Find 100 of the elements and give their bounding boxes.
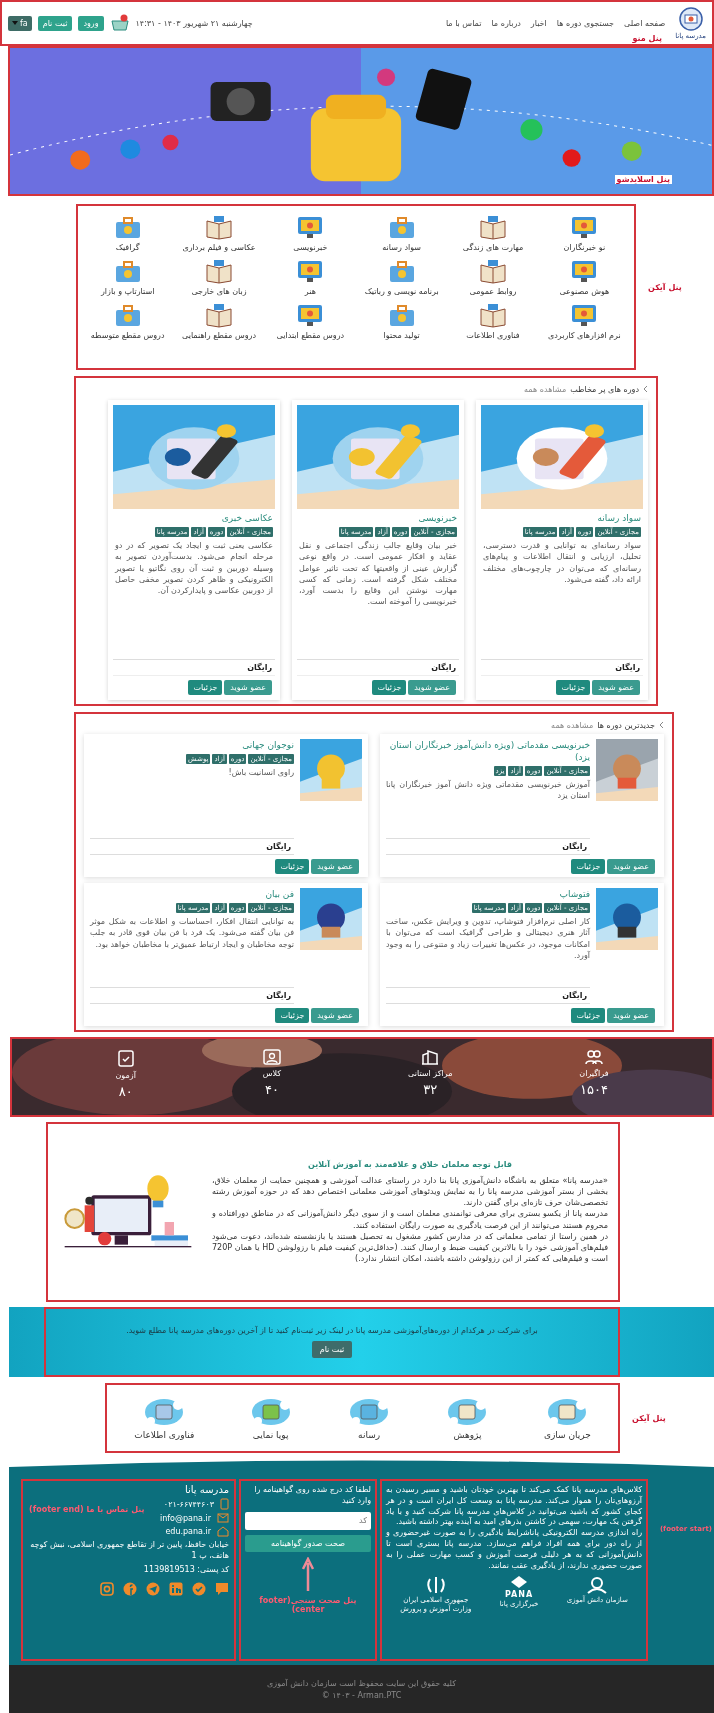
join-button[interactable]: عضو شوید: [592, 680, 640, 695]
details-button[interactable]: جزئیات: [372, 680, 407, 695]
briefcase-icon: [113, 304, 142, 328]
nav-link[interactable]: صفحه اصلی: [624, 18, 666, 28]
mail-icon: [217, 1513, 229, 1523]
book-icon: [479, 260, 507, 284]
intro-title: قابل توجه معلمان خلاق و علاقه‌مند به آموزش آنلاین: [307, 1160, 513, 1170]
nav-link[interactable]: اخبار: [530, 18, 547, 28]
register-button[interactable]: ثبت نام: [37, 15, 73, 31]
course-description: کار اصلی نرم‌افزار فتوشاپ، تدوین و ویرایش عکس، ساخت آثار هنری دیجیتالی و طراحی گرافیک است که می‌توان با امکانات موجود، در عکس‌ها تغییرات زیاد و متنوعی را به وجود آورد.: [386, 916, 590, 962]
briefcase-icon: [113, 260, 142, 284]
nav-link[interactable]: تماس با ما: [445, 18, 482, 28]
course-title[interactable]: فتوشاپ: [386, 888, 590, 901]
category-link[interactable]: فناوری اطلاعات: [447, 304, 539, 340]
category-link[interactable]: تولید محتوا: [356, 304, 448, 340]
view-all-link[interactable]: مشاهده همه: [524, 384, 567, 394]
category-link[interactable]: استارتاپ و بازار: [82, 260, 174, 296]
register-button[interactable]: ثبت نام: [311, 1341, 353, 1358]
address: خیابان حافظ، پایین تر از تقاطع جمهوری اسلامی، نبش کوچه هاتف، پ 1: [29, 1540, 229, 1562]
category-link[interactable]: هوش مصنوعی: [538, 260, 630, 296]
nav-link[interactable]: جستجوی دوره ها: [556, 18, 614, 28]
topic-link[interactable]: پژوهش: [445, 1396, 490, 1440]
course-description: خبر بیان وقایع جالب زندگی اجتماعی و نقل عقاید و افکار عمومی است. در واقع نوعی گزارش عینی از واقعیتها که تحت تاثیر عوامل مختلف شکل گرفته است. زمانی که کسی مهارت نوشتن این وقایع را بدست آورد، خبرنویسی را آموخته است.: [299, 540, 457, 608]
course-title[interactable]: عکاسی خبری: [115, 512, 273, 525]
category-link[interactable]: دروس مقطع متوسطه: [82, 304, 174, 340]
linkedin-icon[interactable]: [169, 1582, 183, 1597]
details-button[interactable]: جزئیات: [188, 680, 223, 695]
topic-link[interactable]: پویا نمایی: [248, 1396, 293, 1440]
details-button[interactable]: جزئیات: [275, 859, 310, 874]
category-link[interactable]: نو خبرنگاران: [538, 216, 630, 252]
price: رایگان: [386, 987, 590, 1004]
language-dropdown[interactable]: fa: [8, 15, 32, 31]
category-link[interactable]: دروس مقطع ابتدایی: [264, 304, 356, 340]
stat-value: ۸۰: [118, 1084, 133, 1099]
stat-value: ۳۲: [423, 1082, 438, 1097]
login-button[interactable]: ورود: [78, 15, 104, 31]
annotation-label: پنل آیکن: [632, 1413, 666, 1423]
join-button[interactable]: عضو شوید: [311, 1008, 359, 1023]
check-icon[interactable]: [192, 1582, 206, 1597]
copyright-text: کلیه حقوق این سایت محفوظ است سازمان دانش آموزی: [267, 1678, 456, 1688]
instagram-icon[interactable]: [100, 1582, 114, 1597]
intro-paragraph: «مدرسه پانا» متعلق به باشگاه دانش‌آموزی پانا بنا دارد در راستای عدالت آموزشی و همچنین حمایت از معلمان خلاق، بخشی از بستر آموزشی مدرسه پانا را به نمایش ویدئوهای آموزشی معلمانی اختصاص دهد که در حوزه آموزش رشته تخصصی‌شان حرف تازه‌ای برای گفتن دارند.: [212, 1175, 608, 1209]
details-button[interactable]: جزئیات: [571, 1008, 606, 1023]
intro-paragraph: در همین راستا از تمامی معلمانی که در مدارس کشور مشغول به تحصیل هستند یا بازنشسته شده‌اند، دعوت می‌شود فیلم‌های آموزشی خود را با بالاترین کیفیت ضبط و ارسال کنند. (حداقل‌ترین کیفیت فیلم با رزولوشن HD یا همان 720P است و فیلم‌هایی که کمتر از این رزولوشن داشته باشند، امکان انتشار ندارد.): [212, 1230, 608, 1264]
people-icon: [584, 1049, 603, 1065]
price: رایگان: [297, 659, 459, 676]
topic-link[interactable]: رسانه: [347, 1396, 392, 1440]
details-button[interactable]: جزئیات: [275, 1008, 310, 1023]
annotation-label: پنل صحت سنجی(footer center): [258, 1595, 358, 1614]
category-link[interactable]: دروس مقطع راهنمایی: [173, 304, 265, 340]
nav-link[interactable]: درباره ما: [491, 18, 521, 28]
category-link[interactable]: برنامه نویسی و رباتیک: [356, 260, 448, 296]
category-link[interactable]: نرم افزارهای کاربردی: [538, 304, 630, 340]
details-button[interactable]: جزئیات: [571, 859, 606, 874]
topic-link[interactable]: فناوری اطلاعات: [134, 1396, 195, 1440]
view-all-link[interactable]: مشاهده همه: [551, 720, 594, 730]
monitor-icon: [296, 260, 325, 284]
category-link[interactable]: هنر: [264, 260, 356, 296]
verify-button[interactable]: صحت صدور گواهینامه: [245, 1534, 371, 1552]
join-button[interactable]: عضو شوید: [607, 859, 655, 874]
email-link[interactable]: info@pana.ir: [160, 1513, 211, 1523]
course-title[interactable]: خبرنویسی: [299, 512, 457, 525]
category-link[interactable]: عکاسی و فیلم برداری: [173, 216, 265, 252]
course-description: راوی انسانیت باش!: [227, 767, 294, 780]
price: رایگان: [90, 987, 294, 1004]
chevron-icon: [659, 721, 664, 729]
code-field[interactable]: کد: [245, 1511, 371, 1530]
course-title[interactable]: فن بیان: [90, 888, 294, 901]
logo-caption: PANA: [504, 1590, 534, 1600]
annotation-label: پنل تماس با ما (footer end): [29, 1505, 145, 1514]
banner-text: برای شرکت در هرکدام از دوره‌های‌آموزشی مدرسه پانا در لینک زیر ثبت‌نام کنید تا از آخرین دوره‌های مدرسه پانا مطلع شوید.: [126, 1326, 538, 1335]
category-link[interactable]: زبان های خارجی: [173, 260, 265, 296]
topic-link[interactable]: جریان سازی: [543, 1396, 591, 1440]
category-link[interactable]: مهارت های زندگی: [447, 216, 539, 252]
section-title: جدیدترین دوره ها: [597, 720, 655, 730]
course-description: سواد رسانه‌ای به توانایی و قدرت دسترسی، تحلیل، ارزیابی و انتقال اطلاعات و پیام‌های رسانه‌ای که می‌توان در چارچوب‌های مختلف ارائه داد، گفته می‌شود.: [483, 540, 641, 585]
category-link[interactable]: گرافیک: [82, 216, 174, 252]
annotation-label: پنل منو: [632, 34, 662, 43]
join-button[interactable]: عضو شوید: [408, 680, 456, 695]
logo-icon[interactable]: [677, 6, 704, 31]
annotation-arrow: [302, 1556, 314, 1591]
cart-icon[interactable]: [109, 14, 130, 32]
website-link[interactable]: edu.pana.ir: [165, 1527, 211, 1536]
stat-value: ۱۵۰۴: [580, 1082, 608, 1097]
join-button[interactable]: عضو شوید: [224, 680, 272, 695]
footer-paragraph: کلاس‌های مدرسه پانا کمک می‌کند تا بهترین خودتان باشید و مسیر رسیدن به آرزوهای‌تان را هموار می‌کند. مدرسه پانا به وسعت کل ایران است و در هر کجای کشور که باشید می‌توانید در کلاس‌های مدرسه پانا شرکت کنید و با یاد گرفتن یک مهارت، سهمی در کاشتن بذرهای امید به آینده بهتر داشته باشید.: [386, 1485, 642, 1528]
course-title[interactable]: خبرنویسی مقدماتی (ویژه دانش‌آموز خبرنگاران استان یزد): [386, 739, 590, 764]
course-title[interactable]: سواد رسانه: [483, 512, 641, 525]
monitor-icon: [570, 216, 599, 240]
chat-icon[interactable]: [215, 1582, 229, 1597]
join-button[interactable]: عضو شوید: [607, 1008, 655, 1023]
category-link[interactable]: سواد رسانه: [356, 216, 448, 252]
telegram-icon[interactable]: [146, 1582, 160, 1597]
join-button[interactable]: عضو شوید: [311, 859, 359, 874]
details-button[interactable]: جزئیات: [556, 680, 591, 695]
presentation-icon: [262, 1049, 281, 1065]
category-link[interactable]: خبرنویسی: [264, 216, 356, 252]
course-title[interactable]: نوجوان جهانی: [90, 739, 294, 752]
category-link[interactable]: روابط عمومی: [447, 260, 539, 296]
facebook-icon[interactable]: [123, 1582, 137, 1597]
